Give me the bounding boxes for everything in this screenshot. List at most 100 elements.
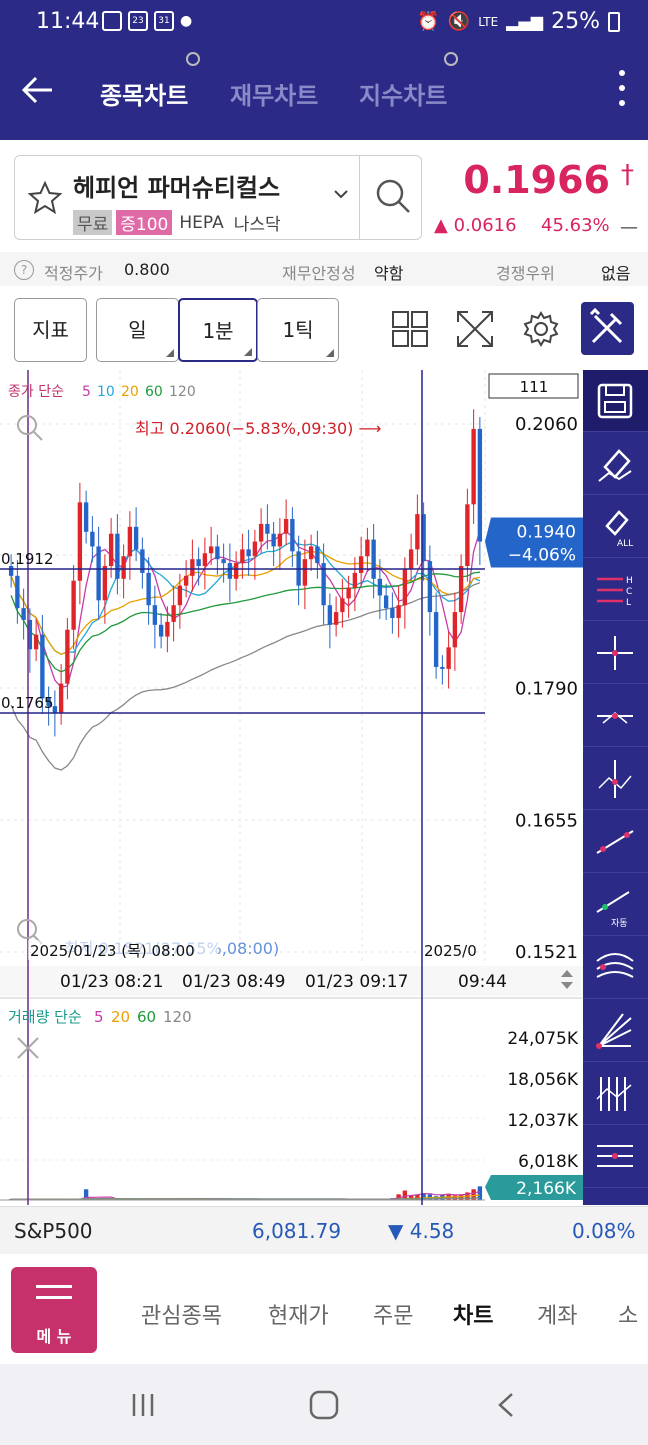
trendline-button[interactable]	[583, 811, 648, 873]
signal-icon: ▂▄▆	[506, 12, 544, 31]
drawing-tools-button[interactable]	[581, 302, 634, 355]
volume-y-label: 6,018K	[518, 1152, 579, 1172]
candle-body	[440, 666, 445, 669]
period-day-button[interactable]: 일	[96, 298, 179, 362]
eraser-button[interactable]	[583, 433, 648, 495]
vertical-line-button[interactable]	[583, 748, 648, 810]
candle-body	[252, 541, 258, 557]
chevron-down-icon[interactable]	[333, 186, 349, 202]
period-day-label: 일	[128, 318, 147, 342]
fair-price-label: 적정주가	[44, 264, 103, 283]
y-axis-label: 0.2060	[515, 414, 578, 435]
calendar-icon: 23	[128, 11, 148, 31]
speed-lines-icon	[596, 1013, 632, 1049]
mute-icon: 🔇	[447, 11, 471, 32]
recent-apps-icon[interactable]	[128, 1390, 158, 1420]
price-change-pct: 45.63%	[541, 215, 610, 236]
help-icon[interactable]: ?	[14, 260, 34, 280]
period-minute-button[interactable]: 1분	[178, 298, 258, 362]
parallel-lines-button[interactable]	[583, 1126, 648, 1188]
stability-label: 재무안정성	[282, 264, 356, 283]
current-pct-label: −4.06%	[508, 546, 576, 566]
candle-body	[302, 559, 308, 586]
eraser-icon	[598, 449, 632, 482]
competition-value: 없음	[601, 264, 631, 283]
settings-gear-icon[interactable]	[522, 310, 560, 348]
favorite-star-icon[interactable]	[27, 180, 63, 216]
nav-chart[interactable]: 차트	[453, 1298, 493, 1330]
nav-account[interactable]: 계좌	[537, 1298, 577, 1330]
candle-body	[402, 568, 408, 606]
battery-icon	[608, 11, 620, 32]
candle-body	[190, 559, 195, 576]
candle-body	[71, 580, 76, 630]
stock-name: 헤피언 파머슈티컬스	[73, 174, 281, 202]
price-chart[interactable]: 종가 단순 5 10 20 60 120 111 최고 0.2060(−5.83%,09:30…	[0, 370, 583, 1205]
cycle-lines-button[interactable]	[583, 1063, 648, 1125]
status-time: 11:44	[36, 9, 100, 34]
candle-body	[371, 539, 376, 579]
nav-watchlist[interactable]: 관심종목	[141, 1298, 222, 1330]
tag-exchange: 나스닥	[233, 215, 281, 235]
candle-body	[365, 539, 370, 557]
candle-body	[196, 559, 201, 567]
svg-text:C: C	[626, 587, 632, 597]
svg-text:ALL: ALL	[617, 539, 633, 549]
period-tick-button[interactable]: 1틱	[257, 298, 339, 362]
save-drawing-button[interactable]	[583, 370, 648, 432]
y-axis-label: 0.1521	[515, 942, 578, 963]
horizontal-line-button[interactable]	[583, 685, 648, 747]
stability-value: 약함	[374, 264, 404, 283]
fullscreen-icon[interactable]	[456, 310, 494, 348]
volume-period-5: 5	[94, 1008, 104, 1026]
stock-selector[interactable]: 헤피언 파머슈티컬스 무료 증100 HEPA 나스닥	[14, 155, 422, 240]
chart-area[interactable]: 종가 단순 5 10 20 60 120 111 최고 0.2060(−5.83%,09:30…	[0, 370, 583, 1205]
ma-period-120: 120	[169, 384, 196, 400]
ma-period-10: 10	[97, 384, 115, 400]
hcl-lines-button[interactable]: H C L	[583, 559, 648, 621]
tab-stock-chart[interactable]: 종목차트	[100, 76, 188, 111]
crosshair-button[interactable]	[583, 622, 648, 684]
speed-lines-button[interactable]	[583, 1000, 648, 1062]
menu-button[interactable]: 메 뉴	[11, 1267, 97, 1353]
back-arrow-icon[interactable]	[18, 70, 58, 110]
x-axis-label: 01/23 09:17	[305, 972, 408, 992]
candle-body	[352, 572, 358, 588]
ma-period-20: 20	[121, 384, 139, 400]
candle-body	[458, 566, 464, 613]
hline-2-label: 0.1765	[1, 694, 54, 712]
market-index-bar[interactable]: S&P500 6,081.79 ▼ 4.58 0.08%	[0, 1206, 648, 1254]
drawing-side-panel: ALL H C L 자동	[583, 370, 648, 1205]
candle-body	[90, 531, 95, 547]
candle-body	[333, 612, 339, 625]
candle-body	[471, 428, 476, 505]
hamburger-icon	[36, 1285, 72, 1307]
candle-body	[146, 572, 151, 606]
nav-quote[interactable]: 현재가	[268, 1298, 329, 1330]
erase-all-button[interactable]: ALL	[583, 496, 648, 558]
search-icon[interactable]	[373, 176, 413, 216]
fan-arcs-button[interactable]	[583, 937, 648, 999]
tab-badge-icon	[186, 52, 200, 66]
candle-body	[202, 553, 208, 567]
layout-grid-icon[interactable]	[391, 310, 429, 348]
erase-all-icon: ALL	[605, 510, 633, 549]
nav-more[interactable]: 소	[618, 1298, 638, 1330]
more-menu-icon[interactable]	[616, 70, 628, 112]
tab-index-chart[interactable]: 지수차트	[359, 76, 447, 111]
home-icon[interactable]	[307, 1388, 341, 1422]
horizontal-line-icon	[597, 712, 633, 724]
system-back-icon[interactable]	[494, 1390, 518, 1420]
candle-body	[165, 621, 170, 637]
bottom-navigation: 메 뉴 관심종목 현재가 주문 차트 계좌 소	[0, 1256, 648, 1364]
candle-body	[271, 533, 276, 547]
auto-trendline-button[interactable]: 자동	[583, 874, 648, 936]
candle-body	[415, 514, 420, 550]
tab-financial-chart[interactable]: 재무차트	[230, 76, 318, 111]
indicator-button[interactable]: 지표	[14, 298, 87, 362]
nav-order[interactable]: 주문	[373, 1298, 413, 1330]
candle-body	[258, 523, 264, 542]
candle-body	[383, 595, 389, 609]
candle-body	[33, 634, 39, 650]
candle-body	[208, 546, 214, 554]
